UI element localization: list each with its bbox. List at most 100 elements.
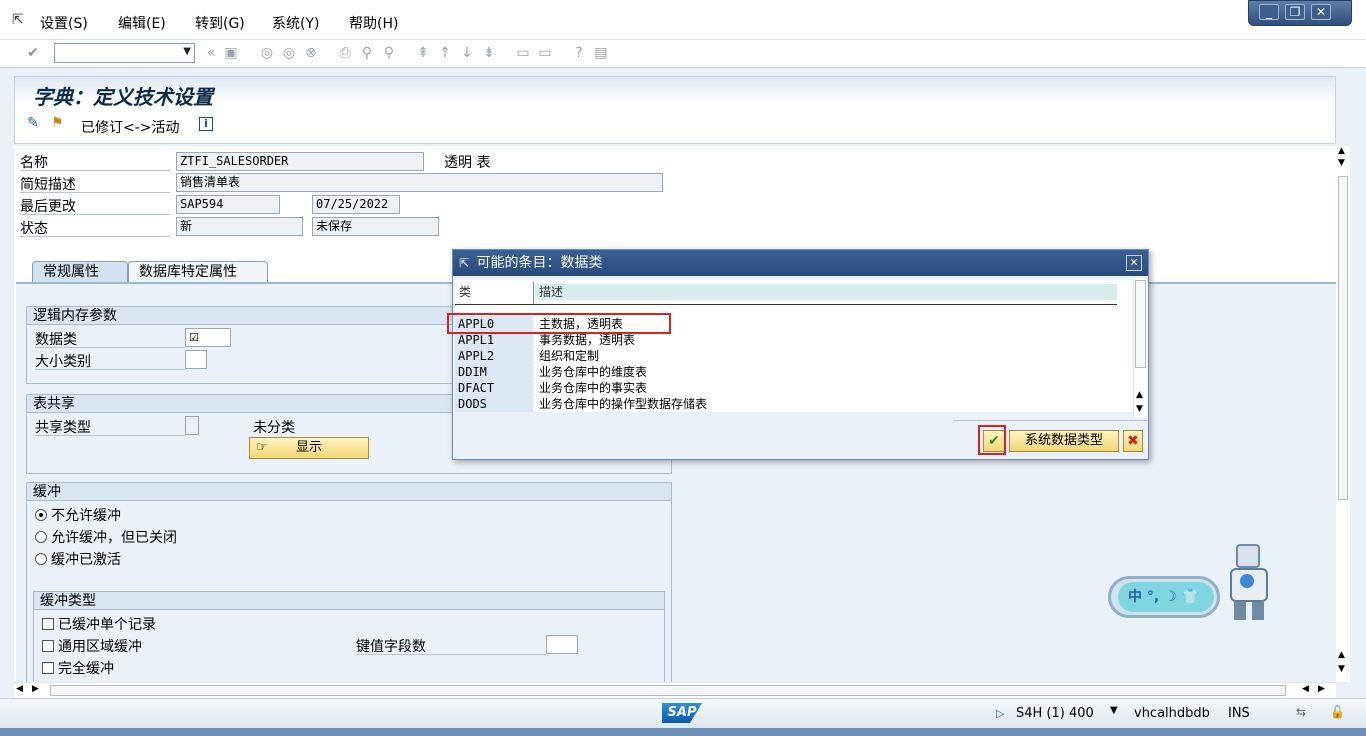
table-row[interactable]: DDIM 业务仓库中的维度表 (455, 364, 1117, 380)
last-change-label: 最后更改 (20, 199, 76, 215)
save-icon[interactable]: ▣ (222, 44, 240, 62)
close-window-icon[interactable]: ✕ (1311, 4, 1331, 20)
scroll-down-icon[interactable]: ▼ (1338, 664, 1345, 674)
table-row[interactable]: APPL2 组织和定制 (455, 348, 1117, 364)
menu-system[interactable]: 系统(Y) (272, 13, 319, 33)
radio-buffering-active[interactable] (35, 553, 47, 565)
scroll-down-icon[interactable]: ▲ (1338, 650, 1345, 660)
chevron-down-icon[interactable]: ▼ (1110, 705, 1118, 716)
system-info[interactable]: S4H (1) 400 (1016, 706, 1094, 721)
tab-general-attributes[interactable]: 常规属性 (32, 261, 128, 283)
ime-widget[interactable]: 中 °, ☽ 👕 (1108, 542, 1288, 626)
table-row[interactable]: APPL1 事务数据，透明表 (455, 332, 1117, 348)
layout-icon[interactable]: ▤ (592, 44, 610, 62)
scroll-right-icon[interactable]: ▶ (32, 684, 39, 694)
row-class: DODS (455, 396, 533, 412)
data-class-field[interactable]: ☑ (185, 328, 231, 347)
scroll-right-icon[interactable]: ▶ (1318, 684, 1325, 694)
shortcut-icon[interactable]: ▭ (536, 44, 554, 62)
last-page-icon[interactable]: ⇟ (480, 44, 498, 62)
new-session-icon[interactable]: ▭ (514, 44, 532, 62)
menu-edit[interactable]: 编辑(E) (118, 13, 166, 33)
menu-help[interactable]: 帮助(H) (349, 13, 398, 33)
close-icon[interactable]: ✕ (1126, 255, 1142, 271)
table-row[interactable]: DODS 业务仓库中的操作型数据存储表 (455, 396, 1117, 412)
buffering-type-title: 缓冲类型 (34, 592, 664, 610)
radio-no-buffering[interactable] (35, 509, 47, 521)
chk-fully-buffered[interactable] (42, 662, 54, 674)
scroll-up-icon[interactable]: ▲ (1136, 390, 1143, 400)
dialog-scrollbar[interactable]: ▲ ▼ (1133, 278, 1147, 418)
save-status-field[interactable]: 未保存 (312, 217, 439, 236)
table-row[interactable]: APPL0 主数据，透明表 (455, 316, 1117, 332)
first-page-icon[interactable]: ⇞ (414, 44, 432, 62)
enter-icon[interactable]: ✔ (24, 44, 42, 62)
cancel-icon[interactable]: ✖ (1123, 430, 1143, 452)
col-desc-header[interactable]: 描述 (539, 284, 563, 300)
scroll-up-icon[interactable]: ▲ (1338, 146, 1345, 156)
sharing-type-field[interactable] (185, 416, 199, 435)
status-expand-icon[interactable]: ▷ (996, 707, 1004, 720)
col-class-header[interactable]: 类 (459, 284, 471, 300)
print-icon[interactable]: ⎙ (336, 44, 354, 62)
status-field[interactable]: 新 (176, 217, 303, 236)
data-class-label: 数据类 (35, 332, 77, 348)
desc-field[interactable]: 销售清单表 (176, 173, 663, 192)
exit-icon[interactable]: ◎ (280, 44, 298, 62)
next-page-icon[interactable]: ↓ (458, 44, 476, 62)
chk-generic-area[interactable] (42, 640, 54, 652)
h-scroll-thumb[interactable] (50, 685, 1286, 696)
revised-active-button[interactable]: 已修订<->活动 (81, 117, 180, 137)
activate-icon[interactable]: ⚑ (51, 115, 64, 131)
minimize-icon[interactable]: _ (1259, 4, 1279, 20)
chevron-down-icon[interactable]: ▼ (183, 46, 191, 57)
size-category-field[interactable] (185, 350, 207, 369)
prev-page-icon[interactable]: ↑ (436, 44, 454, 62)
no-buffering-label: 不允许缓冲 (51, 508, 121, 524)
find-next-icon[interactable]: ⚲ (380, 44, 398, 62)
vertical-scrollbar[interactable]: ▲ ▼ ▲ ▼ (1336, 146, 1350, 682)
restore-icon[interactable]: ❐ (1285, 4, 1305, 20)
scroll-left-icon[interactable]: ◀ (16, 684, 23, 694)
confirm-checkmark-icon[interactable]: ✔ (983, 430, 1005, 452)
menu-settings[interactable]: 设置(S) (40, 13, 88, 33)
row-desc: 主数据，透明表 (535, 316, 1117, 332)
application-toolbar: ✎ ⚑ 已修订<->活动 i (15, 111, 1335, 141)
last-change-date-field[interactable]: 07/25/2022 (312, 195, 400, 214)
last-change-user-field[interactable]: SAP594 (176, 195, 280, 214)
back-double-icon[interactable]: « (202, 44, 220, 62)
ime-status[interactable]: 中 °, ☽ 👕 (1118, 582, 1214, 612)
layout-icon[interactable]: ⇆ (1296, 705, 1306, 719)
info-icon[interactable]: i (199, 117, 213, 131)
scroll-up-icon[interactable]: ▼ (1338, 158, 1345, 168)
radio-buffering-switched-off[interactable] (35, 531, 47, 543)
system-data-types-button[interactable]: 系统数据类型 (1009, 430, 1119, 452)
robot-mascot-icon (1220, 544, 1284, 622)
horizontal-scrollbar[interactable]: ◀ ▶ ◀ ▶ (14, 682, 1336, 698)
cancel-icon[interactable]: ⊗ (302, 44, 320, 62)
edit-glasses-icon[interactable]: ✎ (27, 115, 39, 131)
dialog-scroll-thumb[interactable] (1135, 280, 1146, 368)
f4-help-icon[interactable]: ☑ (189, 331, 199, 344)
input-mode: INS (1228, 706, 1250, 721)
table-type-text: 透明 表 (444, 155, 491, 171)
scroll-down-icon[interactable]: ▼ (1136, 404, 1143, 414)
chk-single-records[interactable] (42, 618, 54, 630)
dialog-title-bar[interactable]: ⇱ 可能的条目：数据类 (453, 250, 1148, 276)
title-area: 字典：定义技术设置 ✎ ⚑ 已修订<->活动 i (14, 76, 1336, 144)
menu-goto[interactable]: 转到(G) (195, 13, 245, 33)
tab-db-specific[interactable]: 数据库特定属性 (128, 261, 268, 283)
table-row[interactable]: DFACT 业务仓库中的事实表 (455, 380, 1117, 396)
sharing-type-label: 共享类型 (35, 420, 91, 436)
help-icon[interactable]: ? (570, 44, 588, 62)
back-icon[interactable]: ◎ (258, 44, 276, 62)
scroll-left-icon[interactable]: ◀ (1302, 684, 1309, 694)
dialog-icon: ⇱ (459, 256, 470, 270)
scroll-thumb[interactable] (1338, 176, 1348, 500)
exit-menu-icon[interactable]: ⇱ (12, 12, 28, 28)
command-field[interactable]: ▼ (54, 43, 195, 63)
name-field[interactable]: ZTFI_SALESORDER (176, 152, 424, 171)
key-fields-field[interactable] (546, 635, 578, 654)
find-icon[interactable]: ⚲ (358, 44, 376, 62)
display-button[interactable]: ☞ 显示 (249, 437, 369, 459)
